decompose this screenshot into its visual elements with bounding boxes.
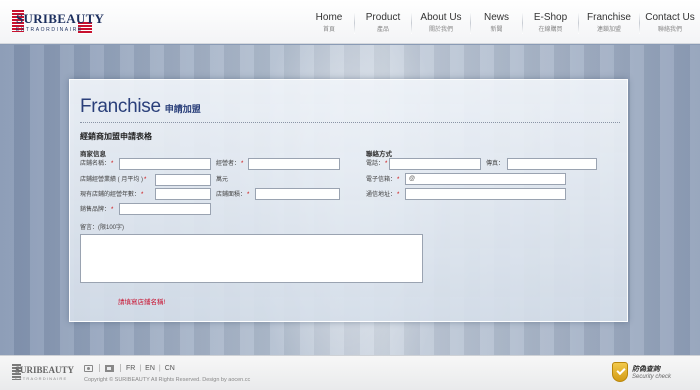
nav-sublabel: 首頁 <box>322 27 335 33</box>
address-input[interactable] <box>405 188 566 200</box>
footer-logo-word: SURIBEAUTY <box>15 365 75 375</box>
nav-home[interactable]: Home 首頁 <box>304 8 354 38</box>
operator-label: 經營者：* <box>216 160 243 169</box>
nav-label: Home <box>315 12 343 23</box>
logo-word: SURIBEAUTY <box>16 11 105 26</box>
monthly-revenue-input[interactable] <box>155 174 211 186</box>
nav-sublabel: 聯絡我們 <box>657 27 682 33</box>
footer-logo[interactable]: SURIBEAUTY EXTRAORDINAIRE <box>12 364 75 384</box>
lang-divider: | <box>139 364 142 372</box>
required-mark: * <box>144 177 147 183</box>
site-header: SURIBEAUTY EXTRAORDINAIRE Home 首頁 Produc… <box>0 0 700 44</box>
store-name-input[interactable] <box>119 158 211 170</box>
phone-label: 電話：* <box>366 160 387 169</box>
franchise-form-panel: Franchise 申請加盟 經銷商加盟申請表格 商家信息 店鋪名稱：* 經營者… <box>69 79 628 322</box>
fax-label: 傳真： <box>486 161 505 167</box>
label-text: 店鋪名稱： <box>80 161 111 167</box>
required-mark: * <box>111 161 114 167</box>
nav-sublabel: 在線購買 <box>538 27 563 33</box>
label-text: 店鋪經營業績 ( 月平均 ) <box>80 177 143 183</box>
required-mark: * <box>397 177 400 183</box>
email-input[interactable]: @ <box>405 173 566 185</box>
nav-label: Contact Us <box>645 12 695 23</box>
revenue-unit: 萬元 <box>216 177 229 183</box>
main-nav: Home 首頁 Product 產品 About Us 關於我們 News 新聞… <box>304 8 700 38</box>
security-check-en: Security check <box>632 374 672 380</box>
lang-fr[interactable]: FR <box>126 365 135 372</box>
site-footer: SURIBEAUTY EXTRAORDINAIRE FR | EN | CN C… <box>0 355 700 390</box>
footer-links: FR | EN | CN <box>84 364 175 372</box>
contact-heading: 聯絡方式 <box>366 151 392 158</box>
label-text: 經營者： <box>216 161 241 167</box>
brands-label: 銷售品牌：* <box>80 206 113 215</box>
footer-divider <box>120 364 121 372</box>
store-area-label: 店鋪面積：* <box>216 191 249 200</box>
footer-logo-subtitle: EXTRAORDINAIRE <box>15 376 68 381</box>
email-label: 電子信箱：* <box>366 176 399 185</box>
nav-product[interactable]: Product 產品 <box>355 8 411 38</box>
nav-label: Product <box>365 12 401 23</box>
photo-icon[interactable] <box>105 364 114 372</box>
operating-years-label: 現有店鋪的經營年數：* <box>80 191 143 200</box>
label-text: 電話： <box>366 161 385 167</box>
label-text: 通信地址： <box>366 192 397 198</box>
lang-cn[interactable]: CN <box>165 365 175 372</box>
lang-en[interactable]: EN <box>145 365 155 372</box>
form-title: 經銷商加盟申請表格 <box>80 132 152 141</box>
page-title-zh: 申請加盟 <box>164 104 201 114</box>
nav-label: About Us <box>420 12 462 23</box>
required-mark: * <box>247 192 250 198</box>
validation-error: 請填寫店鋪名稱! <box>118 299 166 306</box>
nav-sublabel: 關於我們 <box>428 27 453 33</box>
weibo-icon[interactable] <box>84 364 93 372</box>
required-mark: * <box>397 192 400 198</box>
nav-franchise[interactable]: Franchise 連鎖加盟 <box>579 8 639 38</box>
lang-divider: | <box>158 364 161 372</box>
logo-subtitle: EXTRAORDINAIRE <box>16 27 83 33</box>
nav-label: E-Shop <box>533 12 568 23</box>
label-text: 現有店鋪的經營年數： <box>80 192 141 198</box>
required-mark: * <box>141 192 144 198</box>
nav-about-us[interactable]: About Us 關於我們 <box>412 8 470 38</box>
store-area-input[interactable] <box>255 188 340 200</box>
phone-input[interactable] <box>389 158 481 170</box>
nav-sublabel: 新聞 <box>490 27 503 33</box>
nav-news[interactable]: News 新聞 <box>471 8 522 38</box>
title-divider <box>80 122 620 123</box>
label-text: 銷售品牌： <box>80 207 111 213</box>
fax-input[interactable] <box>507 158 597 170</box>
site-logo[interactable]: SURIBEAUTY EXTRAORDINAIRE <box>12 10 104 36</box>
required-mark: * <box>385 161 388 167</box>
message-textarea[interactable] <box>80 234 423 283</box>
operating-years-input[interactable] <box>155 188 211 200</box>
page-title-en: Franchise <box>80 96 161 117</box>
brands-input[interactable] <box>119 203 211 215</box>
shield-check-icon <box>612 362 628 382</box>
copyright-text: Copyright © SURIBEAUTY All Rights Reserv… <box>84 377 251 383</box>
nav-sublabel: 產品 <box>376 27 389 33</box>
operator-input[interactable] <box>248 158 340 170</box>
message-label: 留言：(限100字) <box>80 225 125 231</box>
footer-divider <box>99 364 100 372</box>
store-name-label: 店鋪名稱：* <box>80 160 113 169</box>
label-text: 店鋪面積： <box>216 192 247 198</box>
business-info-heading: 商家信息 <box>80 151 106 158</box>
page-title: Franchise 申請加盟 <box>80 96 201 118</box>
security-check-link[interactable]: 防偽查詢 Security check <box>612 362 692 388</box>
nav-contact-us[interactable]: Contact Us 聯絡我們 <box>640 8 700 38</box>
nav-e-shop[interactable]: E-Shop 在線購買 <box>523 8 578 38</box>
required-mark: * <box>111 207 114 213</box>
label-text: 電子信箱： <box>366 177 397 183</box>
nav-label: News <box>483 12 509 23</box>
address-label: 通信地址：* <box>366 191 399 200</box>
monthly-revenue-label: 店鋪經營業績 ( 月平均 )* <box>80 176 146 185</box>
required-mark: * <box>241 161 244 167</box>
security-check-zh: 防偽查詢 <box>632 366 660 373</box>
nav-sublabel: 連鎖加盟 <box>596 27 621 33</box>
nav-label: Franchise <box>587 12 631 23</box>
